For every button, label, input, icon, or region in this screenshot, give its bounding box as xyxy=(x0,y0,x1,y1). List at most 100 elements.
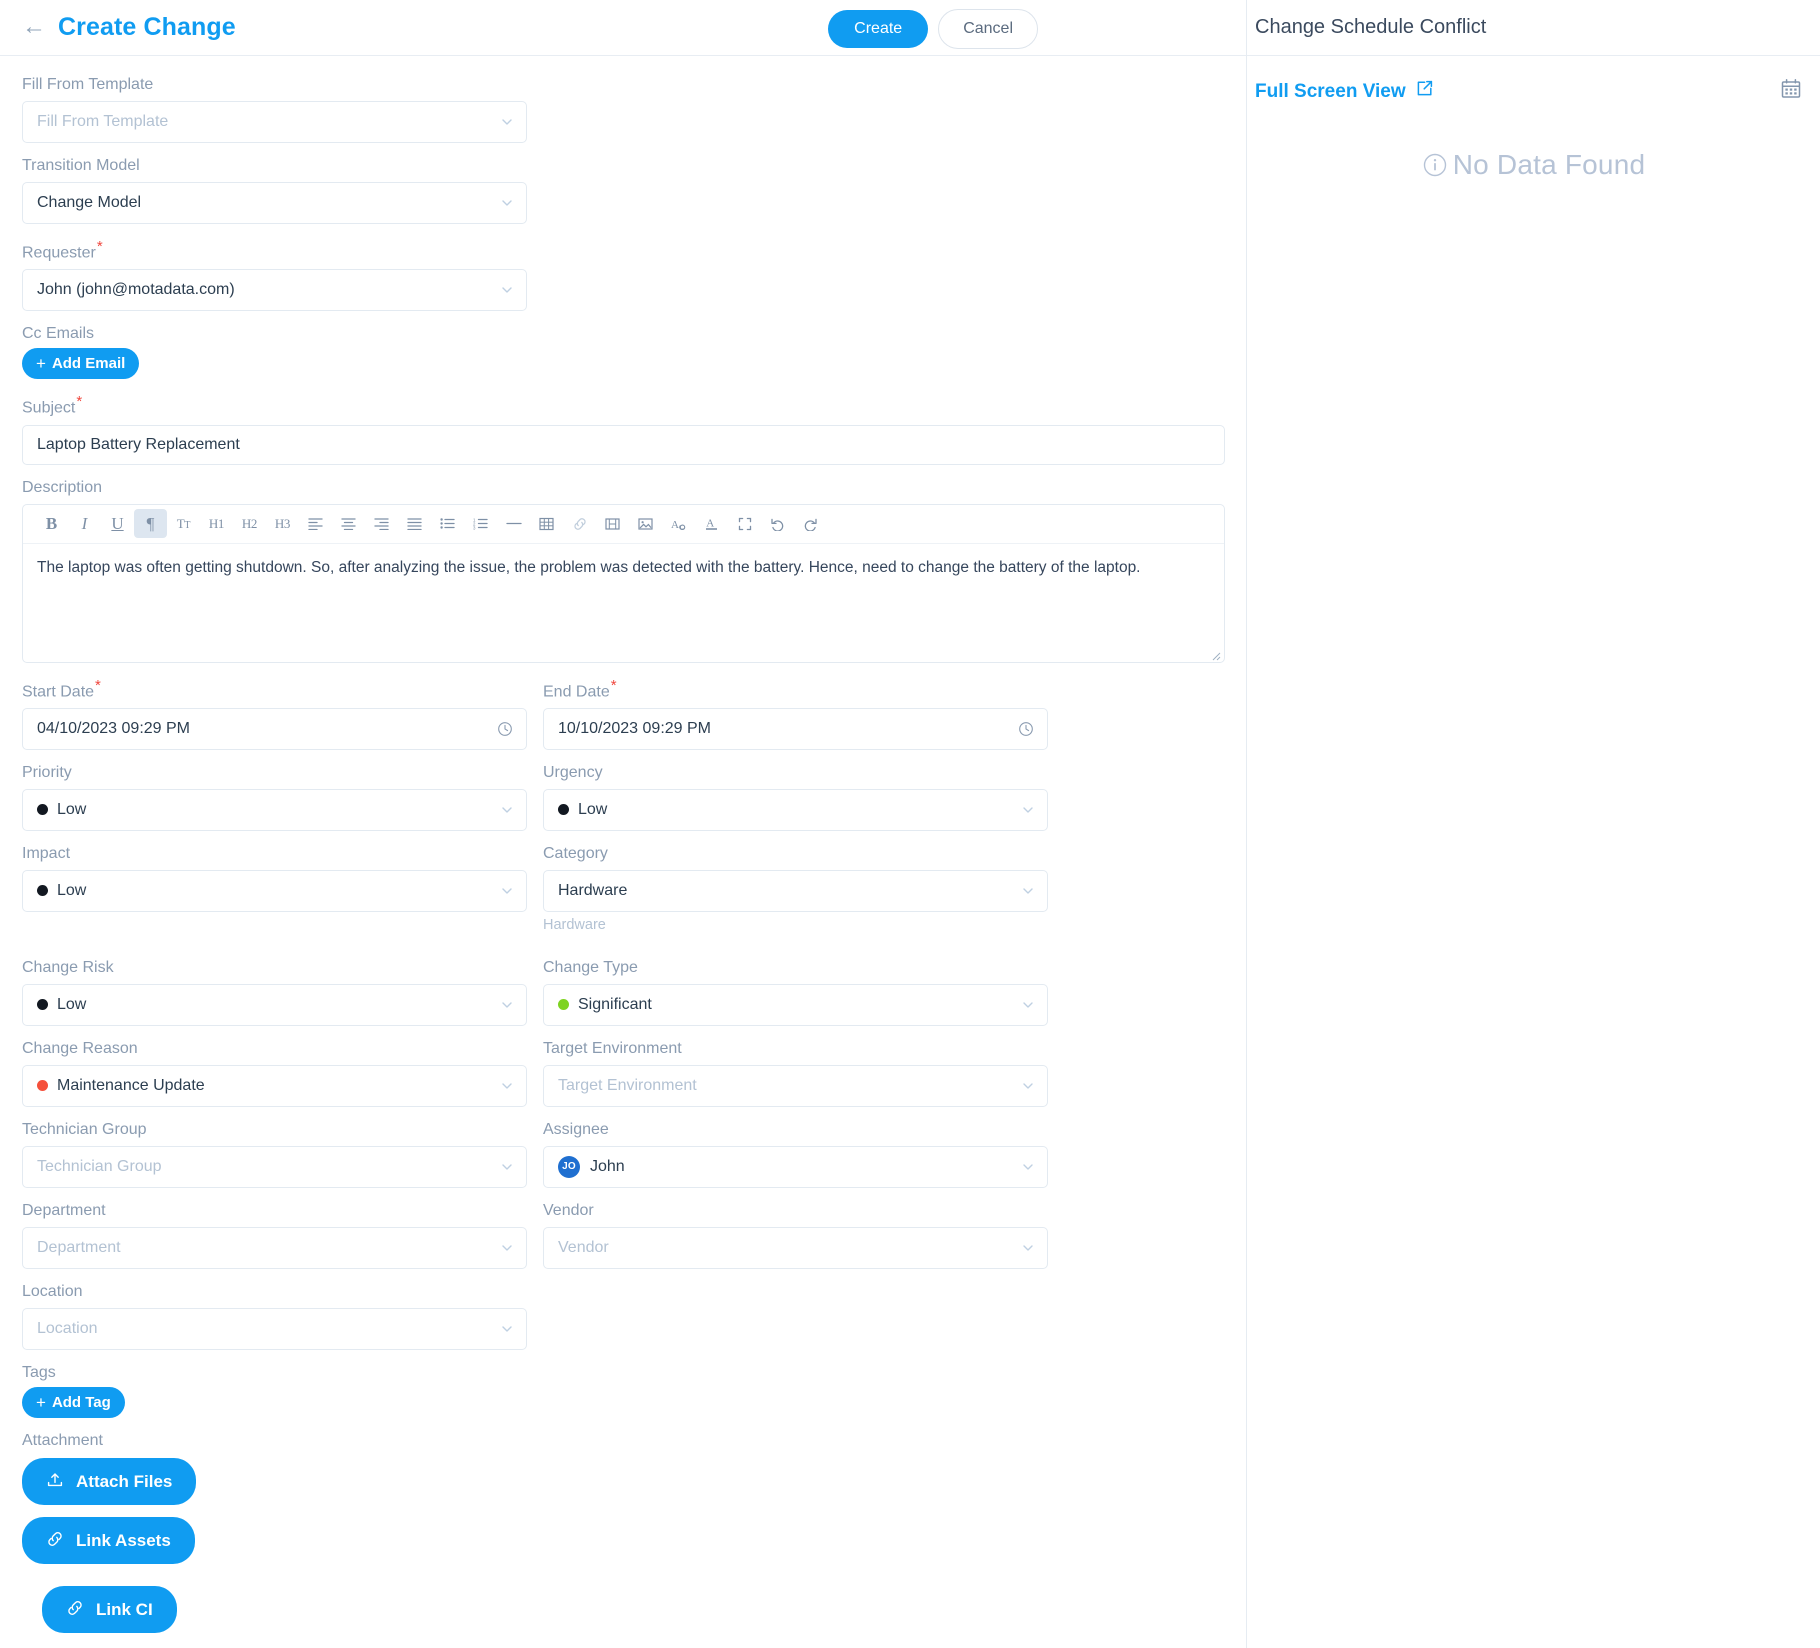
calendar-icon[interactable] xyxy=(1780,78,1802,105)
heading-3-icon[interactable]: H3 xyxy=(266,509,299,538)
required-marker: * xyxy=(95,676,101,694)
department-label: Department xyxy=(22,1201,106,1219)
attach-files-label: Attach Files xyxy=(76,1471,173,1491)
priority-value: Low xyxy=(57,800,87,818)
assignee-value: John xyxy=(590,1157,625,1175)
change-schedule-conflict-pane: Change Schedule Conflict Full Screen Vie… xyxy=(1247,0,1820,1648)
add-tag-label: Add Tag xyxy=(51,1393,111,1411)
change-type-value: Significant xyxy=(578,995,652,1013)
assignee-select[interactable]: JO John xyxy=(543,1145,1048,1188)
upload-icon xyxy=(46,1471,64,1492)
location-select[interactable]: Location xyxy=(22,1307,527,1350)
create-change-page: ← Create Change Create Cancel Fill From … xyxy=(0,0,1820,1648)
resize-handle-icon[interactable] xyxy=(1209,648,1221,661)
align-right-icon[interactable] xyxy=(365,509,398,538)
transition-model-select[interactable]: Change Model xyxy=(22,182,527,224)
requester-select[interactable]: John (john@motadata.com) xyxy=(22,269,527,312)
category-select[interactable]: Hardware xyxy=(543,869,1048,912)
chevron-down-icon xyxy=(501,1242,513,1254)
field-tags: Tags + Add Tag xyxy=(22,1364,1224,1418)
video-icon[interactable] xyxy=(596,509,629,538)
numbered-list-icon[interactable]: 123 xyxy=(464,509,497,538)
paragraph-icon[interactable]: ¶ xyxy=(134,509,167,539)
fullscreen-icon[interactable] xyxy=(728,509,761,538)
category-label: Category xyxy=(543,844,608,862)
impact-value: Low xyxy=(57,881,87,899)
create-button[interactable]: Create xyxy=(828,10,929,48)
chevron-down-icon xyxy=(1022,1161,1034,1173)
cancel-button[interactable]: Cancel xyxy=(938,9,1038,49)
field-fill-from-template: Fill From Template Fill From Template xyxy=(22,76,527,143)
header-actions: Create Cancel xyxy=(828,9,1038,49)
field-change-reason: Change Reason Maintenance Update xyxy=(22,1040,527,1107)
font-size-icon[interactable]: TT xyxy=(167,509,200,538)
impact-select[interactable]: Low xyxy=(22,869,527,912)
chevron-down-icon xyxy=(1022,999,1034,1011)
description-text[interactable]: The laptop was often getting shutdown. S… xyxy=(23,544,1224,662)
add-email-button[interactable]: + Add Email xyxy=(22,348,140,380)
svg-text:3: 3 xyxy=(473,526,476,530)
attachment-label: Attachment xyxy=(22,1431,103,1449)
clock-icon[interactable] xyxy=(1018,721,1034,737)
info-circle-icon xyxy=(1422,152,1448,178)
field-target-environment: Target Environment Target Environment xyxy=(543,1040,1048,1107)
department-select[interactable]: Department xyxy=(22,1226,527,1269)
align-left-icon[interactable] xyxy=(299,509,332,538)
priority-urgency-row: Priority Low Urgency Low xyxy=(22,764,1224,845)
chevron-down-icon xyxy=(501,885,513,897)
add-tag-button[interactable]: + Add Tag xyxy=(22,1386,125,1418)
technician-group-value: Technician Group xyxy=(37,1157,162,1175)
urgency-select[interactable]: Low xyxy=(543,788,1048,831)
description-editor: B I U ¶ TT H1 H2 H3 123 A A The laptop w… xyxy=(22,503,1225,663)
field-requester: Requester* John (john@motadata.com) xyxy=(22,238,527,312)
text-color-icon[interactable]: A xyxy=(695,509,728,538)
underline-icon[interactable]: U xyxy=(101,509,134,538)
undo-icon[interactable] xyxy=(761,509,794,538)
location-label: Location xyxy=(22,1282,83,1300)
italic-icon[interactable]: I xyxy=(68,509,101,538)
target-environment-select[interactable]: Target Environment xyxy=(543,1064,1048,1107)
empty-state: No Data Found xyxy=(1247,149,1820,181)
full-screen-view-link[interactable]: Full Screen View xyxy=(1255,79,1434,104)
reason-environment-row: Change Reason Maintenance Update Target … xyxy=(22,1040,1224,1121)
chevron-down-icon xyxy=(501,1080,513,1092)
link-assets-button[interactable]: Link Assets xyxy=(22,1516,195,1564)
change-type-select[interactable]: Significant xyxy=(543,983,1048,1026)
arrow-left-icon[interactable]: ← xyxy=(22,14,46,39)
start-date-label-text: Start Date xyxy=(22,682,95,700)
required-marker: * xyxy=(76,393,83,411)
link-ci-button[interactable]: Link CI xyxy=(42,1585,177,1633)
attach-files-button[interactable]: Attach Files xyxy=(22,1457,197,1505)
tags-label: Tags xyxy=(22,1363,56,1381)
horizontal-rule-icon[interactable] xyxy=(497,509,530,538)
align-center-icon[interactable] xyxy=(332,509,365,538)
clear-format-icon[interactable]: A xyxy=(662,509,695,538)
redo-icon[interactable] xyxy=(794,509,827,538)
cc-emails-label: Cc Emails xyxy=(22,325,95,343)
heading-2-icon[interactable]: H2 xyxy=(233,509,266,538)
bold-icon[interactable]: B xyxy=(35,509,68,538)
change-risk-select[interactable]: Low xyxy=(22,983,527,1026)
table-icon[interactable] xyxy=(530,509,563,538)
heading-1-icon[interactable]: H1 xyxy=(200,509,233,538)
link-icon[interactable] xyxy=(563,509,596,538)
change-reason-select[interactable]: Maintenance Update xyxy=(22,1064,527,1107)
editor-toolbar: B I U ¶ TT H1 H2 H3 123 A A xyxy=(23,505,1224,544)
svg-text:A: A xyxy=(706,518,714,530)
fill-from-template-label: Fill From Template xyxy=(22,76,154,93)
priority-select[interactable]: Low xyxy=(22,788,527,831)
vendor-select[interactable]: Vendor xyxy=(543,1226,1048,1269)
field-change-type: Change Type Significant xyxy=(543,959,1048,1026)
end-date-input[interactable]: 10/10/2023 09:29 PM xyxy=(543,707,1048,750)
field-priority: Priority Low xyxy=(22,764,527,831)
image-icon[interactable] xyxy=(629,509,662,538)
clock-icon[interactable] xyxy=(497,721,513,737)
fill-from-template-select[interactable]: Fill From Template xyxy=(22,101,527,143)
end-date-label-text: End Date xyxy=(543,682,610,700)
department-vendor-row: Department Department Vendor Vendor xyxy=(22,1202,1224,1283)
start-date-input[interactable]: 04/10/2023 09:29 PM xyxy=(22,707,527,750)
subject-input[interactable] xyxy=(22,424,1225,465)
bullet-list-icon[interactable] xyxy=(431,509,464,538)
technician-group-select[interactable]: Technician Group xyxy=(22,1145,527,1188)
align-justify-icon[interactable] xyxy=(398,509,431,538)
